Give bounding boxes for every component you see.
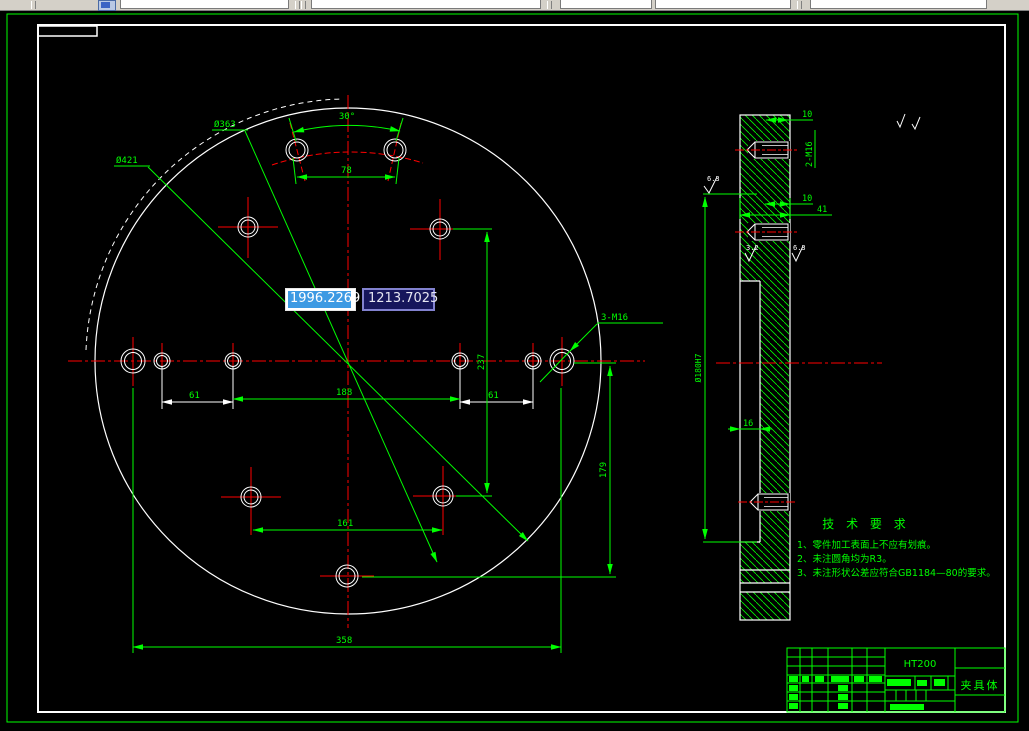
svg-text:30°: 30° (339, 112, 355, 122)
roughness-icon: 6.3 (791, 244, 806, 263)
svg-text:Ø363: Ø363 (214, 119, 236, 130)
svg-text:61: 61 (189, 391, 200, 401)
svg-text:3-M16: 3-M16 (601, 313, 628, 323)
dim-161: 161 (252, 519, 443, 533)
tech-requirement-item: 1、零件加工表面上不应有划痕。 (797, 539, 936, 551)
svg-text:6.3: 6.3 (707, 175, 720, 183)
tech-requirement-item: 3、未注形状公差应符合GB1184—80的要求。 (797, 567, 996, 579)
roughness-symbols: 6.3 3.2 6.3 (703, 113, 921, 263)
svg-text:358: 358 (336, 636, 352, 646)
centerlines (68, 95, 645, 628)
dynamic-input-y-value: 1213.7025 (368, 291, 439, 306)
roughness-icon: 6.3 (703, 175, 720, 194)
label-outer-dia: Ø421 (114, 155, 529, 542)
tech-requirements-title: 技 术 要 求 (822, 517, 909, 531)
label-2-M16: 2-M16 (805, 130, 816, 168)
dim-188: 188 (232, 388, 461, 402)
material-field: HT200 (904, 659, 937, 670)
dynamic-input-x-value: 1996.2269 (288, 291, 361, 308)
svg-text:3.2: 3.2 (746, 244, 759, 252)
dim-61-left: 61 (161, 367, 234, 409)
dim-61-right: 61 (459, 367, 534, 409)
svg-text:2-M16: 2-M16 (805, 141, 815, 167)
svg-text:78: 78 (341, 166, 352, 176)
sheet-frame (37, 24, 1006, 713)
front-view: 30° 78 Ø363 Ø421 61 61 188 237 161 358 1… (68, 95, 663, 653)
part-name-field: 夹具体 (961, 678, 1000, 692)
dim-78: 78 (292, 157, 400, 185)
surface-roughness-rest-icon (896, 113, 921, 131)
svg-text:10: 10 (802, 110, 812, 120)
svg-text:188: 188 (336, 388, 352, 398)
svg-text:161: 161 (337, 519, 353, 529)
title-block: HT200 夹具体 (786, 647, 1006, 713)
svg-text:10: 10 (802, 194, 812, 204)
label-3-M16: 3-M16 (539, 313, 663, 383)
svg-text:237: 237 (477, 354, 487, 370)
dim-237: 237 (453, 228, 492, 497)
svg-text:Ø421: Ø421 (116, 155, 138, 166)
svg-text:Ø180H7: Ø180H7 (693, 353, 703, 382)
svg-text:16: 16 (743, 419, 753, 429)
dim-angle-30: 30° (288, 112, 404, 142)
dynamic-input-x-field[interactable]: 1996.2269 (285, 288, 361, 311)
tech-requirement-item: 2、未注圆角均为R3。 (797, 553, 892, 565)
svg-text:6.3: 6.3 (793, 244, 806, 252)
svg-text:41: 41 (817, 205, 827, 215)
tech-requirements: 技 术 要 求 1、零件加工表面上不应有划痕。 2、未注圆角均为R3。 3、未注… (797, 517, 996, 579)
dynamic-input-y-field[interactable]: 1213.7025 (362, 288, 439, 311)
cad-drawing-canvas[interactable]: 30° 78 Ø363 Ø421 61 61 188 237 161 358 1… (0, 0, 1029, 731)
svg-text:61: 61 (488, 391, 499, 401)
plate-dashed-arc (85, 98, 344, 351)
svg-text:179: 179 (599, 462, 609, 478)
